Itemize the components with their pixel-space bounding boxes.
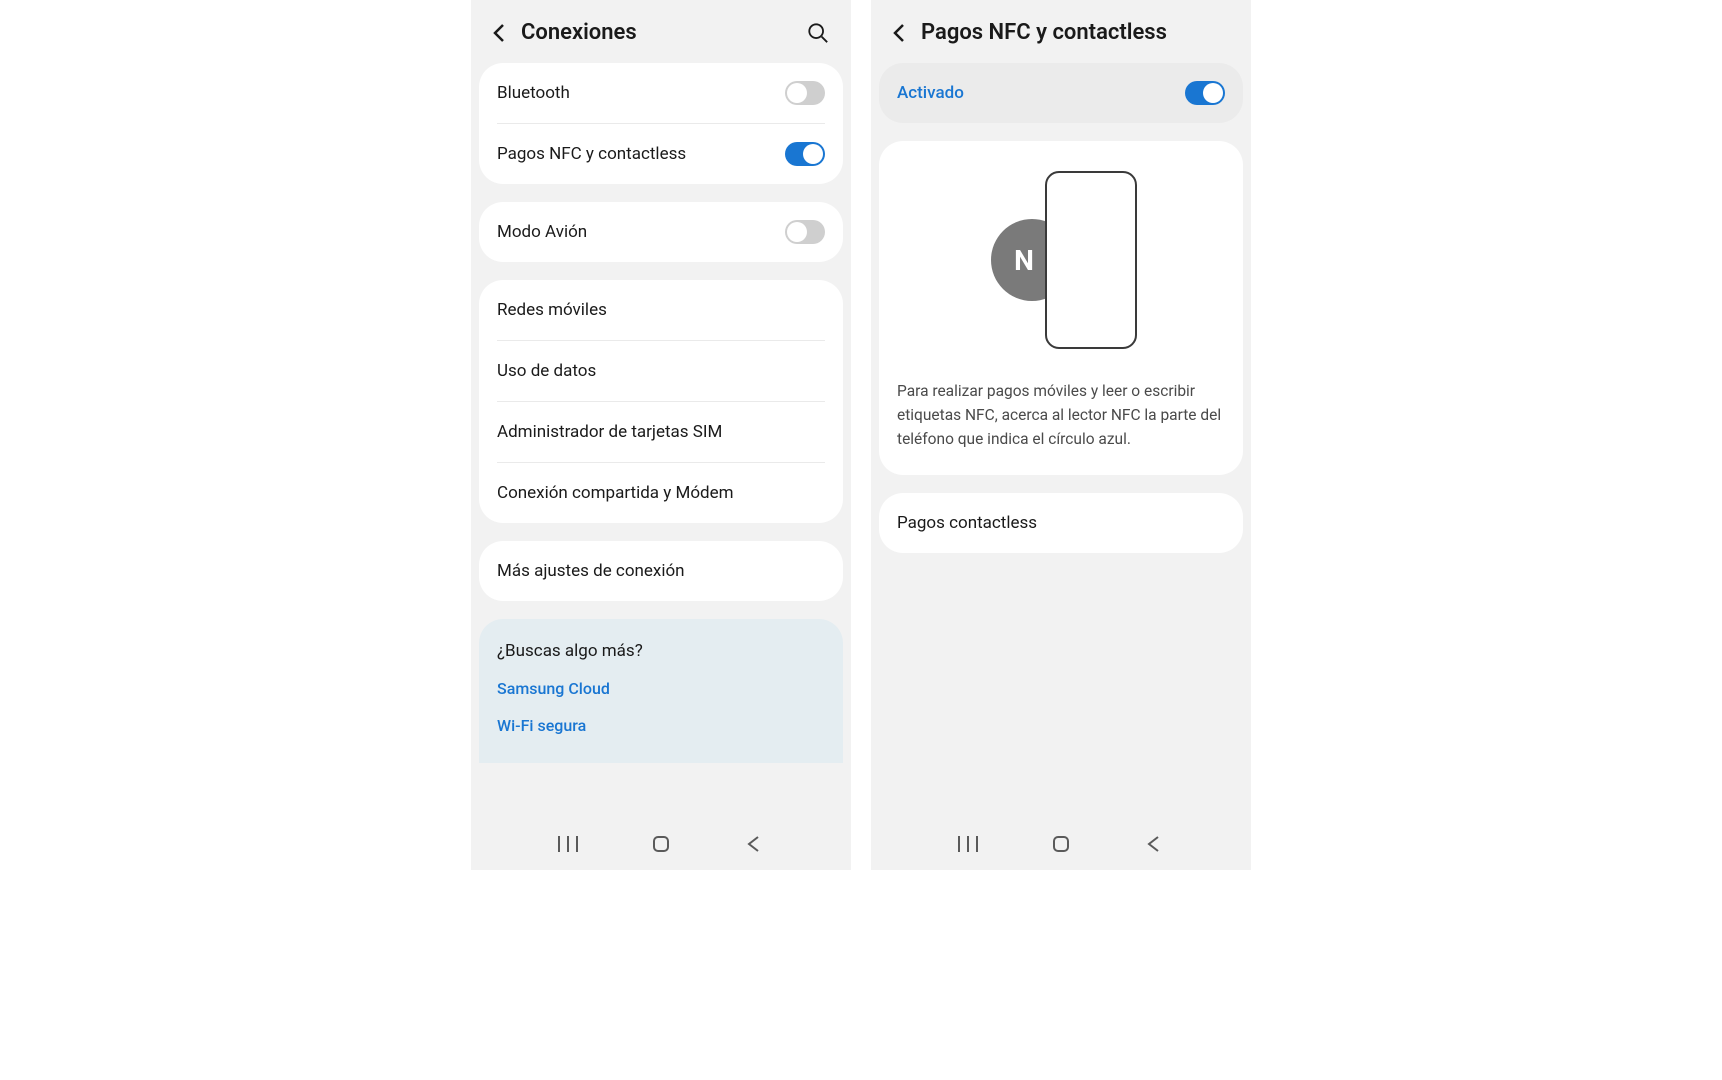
home-icon[interactable] (648, 834, 674, 854)
airplane-toggle[interactable] (785, 220, 825, 244)
header: Pagos NFC y contactless (871, 0, 1251, 63)
row-contactless-payments[interactable]: Pagos contactless (879, 493, 1243, 553)
contactless-card: Pagos contactless (879, 493, 1243, 553)
back-icon[interactable] (493, 23, 505, 43)
group-airplane: Modo Avión (479, 202, 843, 262)
row-mobile-networks[interactable]: Redes móviles (479, 280, 843, 340)
group-networks: Redes móviles Uso de datos Administrador… (479, 280, 843, 523)
navigation-bar (871, 818, 1251, 870)
row-data-usage[interactable]: Uso de datos (479, 341, 843, 401)
link-samsung-cloud[interactable]: Samsung Cloud (497, 679, 825, 698)
activated-toggle[interactable] (1185, 81, 1225, 105)
row-tethering[interactable]: Conexión compartida y Módem (479, 463, 843, 523)
nfc-payments-screen: Pagos NFC y contactless Activado N Para … (871, 0, 1251, 870)
page-title: Pagos NFC y contactless (921, 20, 1229, 45)
row-airplane-mode[interactable]: Modo Avión (479, 202, 843, 262)
suggestions-title: ¿Buscas algo más? (497, 641, 825, 661)
row-sim-manager[interactable]: Administrador de tarjetas SIM (479, 402, 843, 462)
suggestions-card: ¿Buscas algo más? Samsung Cloud Wi-Fi se… (479, 619, 843, 763)
tethering-label: Conexión compartida y Módem (497, 483, 734, 503)
nfc-illustration: N (981, 171, 1141, 351)
group-wireless: Bluetooth Pagos NFC y contactless (479, 63, 843, 184)
group-more: Más ajustes de conexión (479, 541, 843, 601)
mobile-networks-label: Redes móviles (497, 300, 607, 320)
home-icon[interactable] (1048, 834, 1074, 854)
row-bluetooth[interactable]: Bluetooth (479, 63, 843, 123)
row-nfc-payments[interactable]: Pagos NFC y contactless (479, 124, 843, 184)
sim-manager-label: Administrador de tarjetas SIM (497, 422, 722, 442)
contactless-payments-label: Pagos contactless (897, 513, 1037, 533)
recents-icon[interactable] (955, 834, 981, 854)
data-usage-label: Uso de datos (497, 361, 596, 381)
row-activated[interactable]: Activado (879, 63, 1243, 123)
connections-screen: Conexiones Bluetooth Pagos NFC y contact… (471, 0, 851, 870)
bluetooth-toggle[interactable] (785, 81, 825, 105)
recents-icon[interactable] (555, 834, 581, 854)
nav-back-icon[interactable] (741, 834, 767, 854)
navigation-bar (471, 818, 851, 870)
link-wifi-secure[interactable]: Wi-Fi segura (497, 716, 825, 735)
phone-outline-icon (1045, 171, 1137, 349)
nav-back-icon[interactable] (1141, 834, 1167, 854)
row-more-settings[interactable]: Más ajustes de conexión (479, 541, 843, 601)
back-icon[interactable] (893, 23, 905, 43)
page-title: Conexiones (521, 20, 791, 45)
header: Conexiones (471, 0, 851, 63)
nfc-illustration-card: N Para realizar pagos móviles y leer o e… (879, 141, 1243, 475)
more-settings-label: Más ajustes de conexión (497, 561, 685, 581)
bluetooth-label: Bluetooth (497, 83, 570, 103)
airplane-label: Modo Avión (497, 222, 587, 242)
nfc-toggle[interactable] (785, 142, 825, 166)
activated-card: Activado (879, 63, 1243, 123)
nfc-description: Para realizar pagos móviles y leer o esc… (897, 379, 1225, 451)
search-icon[interactable] (807, 22, 829, 44)
nfc-label: Pagos NFC y contactless (497, 144, 686, 164)
activated-label: Activado (897, 83, 964, 103)
